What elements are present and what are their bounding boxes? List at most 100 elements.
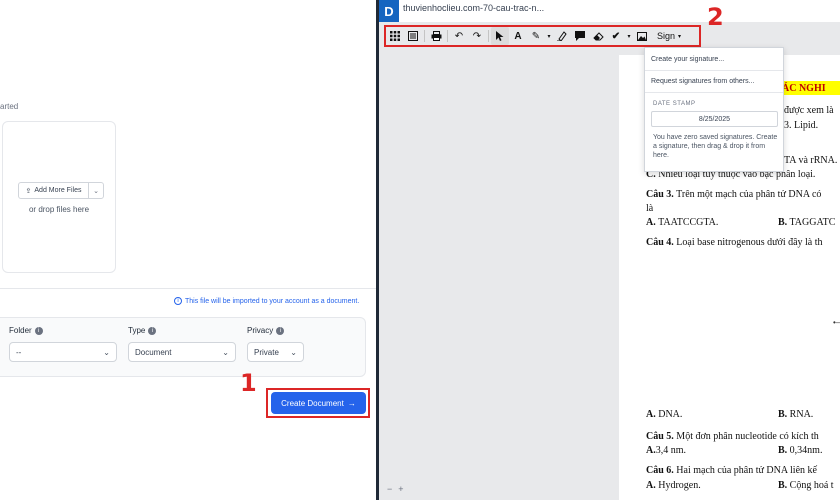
import-note-text: This file will be imported to your accou… bbox=[185, 297, 360, 305]
doc-text: Trên một mạch của phân tử DNA có bbox=[676, 189, 822, 200]
toolbar-separator bbox=[488, 30, 489, 42]
sign-dropdown-menu: Create your signature... Request signatu… bbox=[644, 47, 784, 172]
figure-mark: •‒ bbox=[833, 318, 840, 327]
chevron-down-icon: ⌄ bbox=[290, 347, 297, 357]
doc-text: Hai mạch của phân tử DNA liên kế bbox=[676, 465, 817, 476]
question-label: Câu 5. bbox=[646, 431, 674, 442]
upload-icon: ⇪ bbox=[25, 187, 32, 195]
print-icon[interactable] bbox=[427, 27, 445, 45]
doc-text: Hydrogen. bbox=[658, 480, 701, 491]
image-icon[interactable] bbox=[633, 27, 651, 45]
option-label: A. bbox=[646, 217, 656, 228]
type-label: Type i bbox=[128, 326, 157, 335]
chevron-down-icon[interactable]: ▾ bbox=[625, 27, 633, 45]
pen-icon[interactable]: ✎ bbox=[527, 27, 545, 45]
doc-line: A.3,4 nm. bbox=[646, 445, 686, 456]
add-files-main[interactable]: ⇪ Add More Files bbox=[19, 183, 89, 198]
drop-files-text: or drop files here bbox=[28, 205, 90, 214]
sign-label: Sign bbox=[657, 31, 676, 41]
doc-text: 3,4 nm. bbox=[655, 445, 687, 456]
type-select[interactable]: Document ⌄ bbox=[128, 342, 236, 362]
doc-line: Câu 3. Trên một mạch của phân tử DNA có bbox=[646, 189, 821, 200]
toolbar-separator bbox=[424, 30, 425, 42]
import-panel: arted ⇪ Add More Files ⌄ or drop files h… bbox=[0, 0, 376, 500]
arrow-right-icon: → bbox=[347, 398, 356, 408]
option-label: B. bbox=[778, 409, 788, 420]
folder-value: -- bbox=[16, 347, 22, 357]
doc-text: Loại base nitrogenous dưới đây là th bbox=[676, 237, 823, 248]
file-dropzone[interactable]: ⇪ Add More Files ⌄ or drop files here bbox=[2, 121, 116, 273]
doc-line: A. DNA. bbox=[646, 409, 682, 420]
check-icon[interactable]: ✔ bbox=[607, 27, 625, 45]
create-document-button[interactable]: Create Document → bbox=[271, 392, 366, 414]
comment-icon[interactable] bbox=[571, 27, 589, 45]
undo-icon[interactable]: ↶ bbox=[450, 27, 468, 45]
folder-select[interactable]: -- ⌄ bbox=[9, 342, 117, 362]
chevron-down-icon[interactable]: ⌄ bbox=[89, 187, 103, 195]
option-label: A. bbox=[646, 445, 656, 456]
option-label: B. bbox=[778, 445, 788, 456]
doc-text: được xem là bbox=[784, 105, 834, 116]
chevron-down-icon[interactable]: ▾ bbox=[545, 27, 553, 45]
menu-divider bbox=[645, 70, 783, 71]
title-bar: D thuvienhoclieu.com-70-cau-trac-n... bbox=[379, 0, 840, 22]
privacy-select[interactable]: Private ⌄ bbox=[247, 342, 304, 362]
app-logo-icon: D bbox=[379, 0, 399, 22]
create-document-label: Create Document bbox=[281, 398, 344, 408]
doc-text: Cộng hoá t bbox=[789, 480, 834, 491]
document-title: thuvienhoclieu.com-70-cau-trac-n... bbox=[403, 3, 545, 13]
doc-line: B. RNA. bbox=[778, 409, 813, 420]
grid-icon[interactable] bbox=[386, 27, 404, 45]
annotation-toolbar: ↶ ↷ A ✎ ▾ ✔ ▾ Sign ▾ bbox=[386, 27, 699, 45]
info-icon: i bbox=[34, 326, 43, 335]
cursor-icon[interactable] bbox=[491, 27, 509, 45]
started-text: arted bbox=[0, 102, 19, 111]
doc-line: Câu 6. Hai mạch của phân tử DNA liên kế bbox=[646, 465, 817, 476]
panel-icon[interactable] bbox=[404, 27, 422, 45]
import-note: i This file will be imported to your acc… bbox=[174, 297, 359, 305]
sign-button[interactable]: Sign ▾ bbox=[657, 31, 681, 41]
question-label: Câu 4. bbox=[646, 237, 674, 248]
doc-text: DNA. bbox=[658, 409, 683, 420]
callout-number-1: 1 bbox=[240, 369, 257, 397]
add-more-files-label: Add More Files bbox=[34, 187, 82, 194]
doc-text: Một đơn phân nucleotide có kích th bbox=[676, 431, 819, 442]
privacy-label-text: Privacy bbox=[247, 326, 274, 335]
type-value: Document bbox=[135, 347, 172, 357]
text-icon[interactable]: A bbox=[509, 27, 527, 45]
request-signatures-item[interactable]: Request signatures from others... bbox=[651, 78, 755, 85]
doc-line: A. Hydrogen. bbox=[646, 480, 701, 491]
doc-line: B. Cộng hoá t bbox=[778, 480, 834, 491]
screenshot-root: arted ⇪ Add More Files ⌄ or drop files h… bbox=[0, 0, 840, 500]
toolbar-separator bbox=[447, 30, 448, 42]
doc-text: 0,34nm. bbox=[789, 445, 823, 456]
privacy-label: Privacy i bbox=[247, 326, 285, 335]
zoom-out-button[interactable]: − bbox=[387, 484, 392, 494]
zoom-controls: − + bbox=[387, 484, 404, 494]
callout-number-2: 2 bbox=[707, 3, 724, 31]
add-more-files-button[interactable]: ⇪ Add More Files ⌄ bbox=[18, 182, 104, 199]
highlighter-icon[interactable] bbox=[553, 27, 571, 45]
eraser-icon[interactable] bbox=[589, 27, 607, 45]
redo-icon[interactable]: ↷ bbox=[468, 27, 486, 45]
highlighted-heading: ÁC NGHI bbox=[782, 81, 840, 95]
doc-line: B. TAGGATC bbox=[778, 217, 835, 228]
info-icon: i bbox=[148, 326, 157, 335]
pdf-viewer: D thuvienhoclieu.com-70-cau-trac-n... 2 … bbox=[379, 0, 840, 500]
create-signature-item[interactable]: Create your signature... bbox=[651, 56, 724, 63]
zoom-in-button[interactable]: + bbox=[398, 484, 403, 494]
doc-text: TAATCCGTA. bbox=[658, 217, 719, 228]
option-label: A. bbox=[646, 480, 656, 491]
doc-text: là bbox=[646, 203, 654, 214]
signatures-note: You have zero saved signatures. Create a… bbox=[653, 134, 778, 159]
option-label: B. bbox=[778, 480, 788, 491]
date-stamp-label: DATE STAMP bbox=[653, 101, 696, 107]
question-label: Câu 6. bbox=[646, 465, 674, 476]
menu-divider bbox=[645, 92, 783, 93]
document-options: Folder i -- ⌄ Type i Document ⌄ Privacy … bbox=[0, 317, 366, 377]
chevron-down-icon: ⌄ bbox=[103, 347, 110, 357]
date-stamp-field[interactable]: 8/25/2025 bbox=[651, 111, 778, 127]
option-label: A. bbox=[646, 409, 656, 420]
type-label-text: Type bbox=[128, 326, 146, 335]
chevron-down-icon: ⌄ bbox=[222, 347, 229, 357]
